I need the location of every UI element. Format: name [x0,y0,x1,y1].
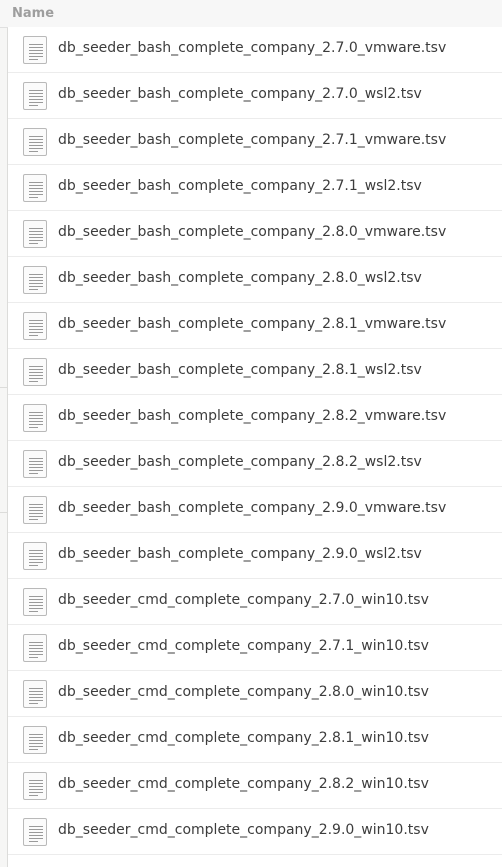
file-name: db_seeder_bash_complete_company_2.7.1_vm… [58,132,447,148]
sidebar-edge [0,28,8,867]
text-file-icon [23,174,47,202]
text-file-icon [23,312,47,340]
text-file-icon [23,220,47,248]
file-row[interactable]: db_seeder_cmd_complete_company_2.8.2_win… [8,763,502,809]
divider [0,512,7,513]
file-name: db_seeder_bash_complete_company_2.8.2_vm… [58,408,447,424]
text-file-icon [23,358,47,386]
text-file-icon [23,496,47,524]
file-name: db_seeder_bash_complete_company_2.8.1_ws… [58,362,422,378]
file-name: db_seeder_bash_complete_company_2.8.0_vm… [58,224,447,240]
text-file-icon [23,82,47,110]
file-row[interactable]: db_seeder_bash_complete_company_2.9.0_vm… [8,487,502,533]
text-file-icon [23,450,47,478]
file-row[interactable]: db_seeder_bash_complete_company_2.7.1_vm… [8,119,502,165]
file-row[interactable]: db_seeder_bash_complete_company_2.8.0_vm… [8,211,502,257]
file-name: db_seeder_cmd_complete_company_2.8.2_win… [58,776,429,792]
file-row[interactable]: db_seeder_bash_complete_company_2.7.0_vm… [8,27,502,73]
file-name: db_seeder_cmd_complete_company_2.8.0_win… [58,684,429,700]
file-row[interactable]: db_seeder_bash_complete_company_2.7.0_ws… [8,73,502,119]
file-row[interactable]: db_seeder_cmd_complete_company_2.7.0_win… [8,579,502,625]
file-row[interactable]: db_seeder_cmd_complete_company_2.9.0_win… [8,809,502,855]
file-list: db_seeder_bash_complete_company_2.7.0_vm… [8,27,502,855]
text-file-icon [23,818,47,846]
file-row[interactable]: db_seeder_bash_complete_company_2.8.1_ws… [8,349,502,395]
file-row[interactable]: db_seeder_bash_complete_company_2.7.1_ws… [8,165,502,211]
file-row[interactable]: db_seeder_bash_complete_company_2.8.2_vm… [8,395,502,441]
column-header: Name [0,0,502,28]
file-row[interactable]: db_seeder_cmd_complete_company_2.8.1_win… [8,717,502,763]
text-file-icon [23,772,47,800]
file-name: db_seeder_bash_complete_company_2.9.0_vm… [58,500,447,516]
file-name: db_seeder_bash_complete_company_2.9.0_ws… [58,546,422,562]
text-file-icon [23,36,47,64]
file-row[interactable]: db_seeder_bash_complete_company_2.8.0_ws… [8,257,502,303]
text-file-icon [23,634,47,662]
text-file-icon [23,588,47,616]
file-row[interactable]: db_seeder_bash_complete_company_2.9.0_ws… [8,533,502,579]
file-name: db_seeder_bash_complete_company_2.8.0_ws… [58,270,422,286]
file-name: db_seeder_cmd_complete_company_2.7.1_win… [58,638,429,654]
text-file-icon [23,266,47,294]
file-row[interactable]: db_seeder_bash_complete_company_2.8.1_vm… [8,303,502,349]
file-name: db_seeder_bash_complete_company_2.7.0_vm… [58,40,447,56]
file-row[interactable]: db_seeder_cmd_complete_company_2.8.0_win… [8,671,502,717]
file-name: db_seeder_bash_complete_company_2.8.1_vm… [58,316,447,332]
text-file-icon [23,726,47,754]
file-name: db_seeder_cmd_complete_company_2.8.1_win… [58,730,429,746]
file-name: db_seeder_cmd_complete_company_2.9.0_win… [58,822,429,838]
file-name: db_seeder_bash_complete_company_2.7.1_ws… [58,178,422,194]
divider [0,387,7,388]
file-name: db_seeder_cmd_complete_company_2.7.0_win… [58,592,429,608]
file-row[interactable]: db_seeder_bash_complete_company_2.8.2_ws… [8,441,502,487]
text-file-icon [23,542,47,570]
name-column-header[interactable]: Name [12,6,54,21]
text-file-icon [23,404,47,432]
text-file-icon [23,680,47,708]
file-name: db_seeder_bash_complete_company_2.7.0_ws… [58,86,422,102]
file-name: db_seeder_bash_complete_company_2.8.2_ws… [58,454,422,470]
file-row[interactable]: db_seeder_cmd_complete_company_2.7.1_win… [8,625,502,671]
text-file-icon [23,128,47,156]
